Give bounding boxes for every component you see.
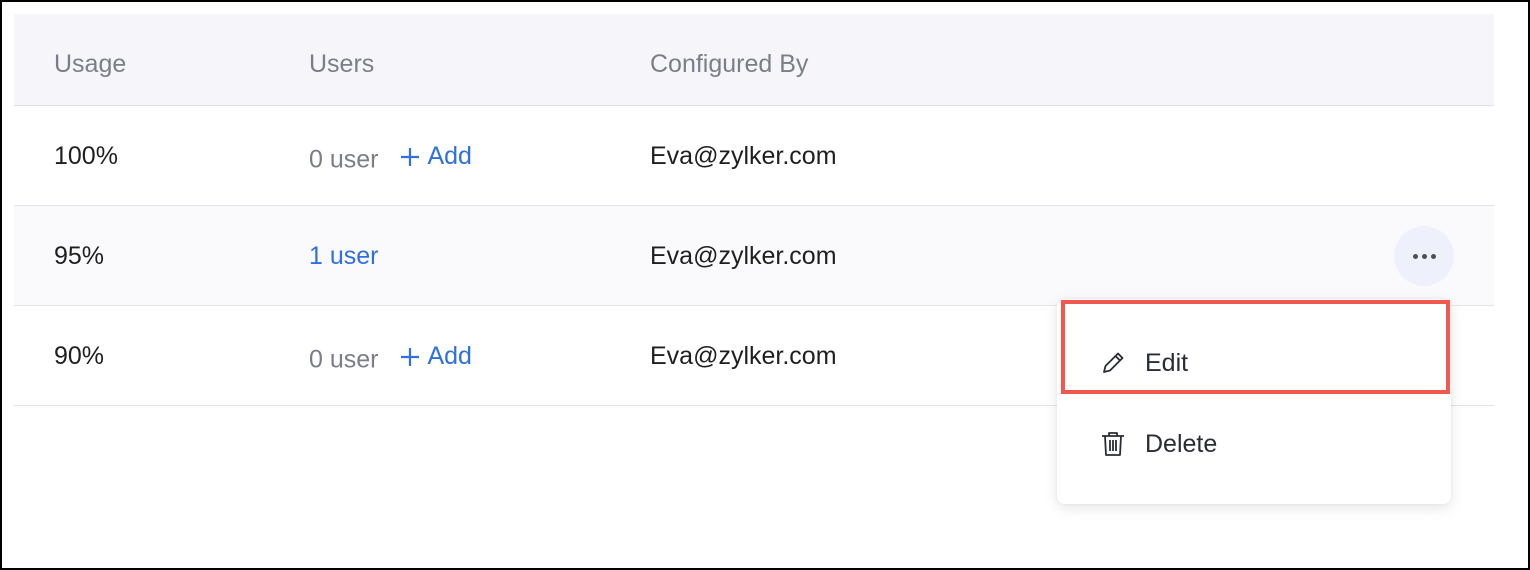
configured-by-value: Eva@zylker.com: [650, 342, 837, 370]
users-cell: 0 user Add: [309, 342, 472, 375]
add-user-label: Add: [427, 142, 472, 170]
usage-value: 95%: [54, 242, 105, 270]
trash-icon: [1102, 432, 1124, 456]
users-count: 0 user: [309, 345, 379, 374]
header-usage: Usage: [54, 50, 127, 78]
pencil-icon: [1103, 352, 1124, 373]
row-actions-menu: Edit Delete: [1057, 299, 1451, 504]
configured-by-value: Eva@zylker.com: [650, 242, 837, 270]
screenshot-frame: Usage Users Configured By 100% 0 user Ad…: [0, 0, 1530, 570]
users-cell: 0 user Add: [309, 142, 472, 175]
menu-item-delete[interactable]: Delete: [1057, 404, 1451, 484]
usage-value: 100%: [54, 142, 118, 170]
table-header: Usage Users Configured By: [14, 14, 1494, 106]
users-count-link[interactable]: 1 user: [309, 242, 378, 271]
add-user-label: Add: [427, 342, 472, 370]
row-more-button[interactable]: [1394, 226, 1454, 286]
menu-item-delete-label: Delete: [1145, 429, 1218, 458]
table-row: 100% 0 user Add Eva@zylker.com: [14, 106, 1494, 206]
users-count: 0 user: [309, 145, 379, 174]
usage-value: 90%: [54, 342, 105, 370]
add-user-link[interactable]: Add: [399, 342, 472, 371]
plus-icon: [401, 347, 420, 366]
configured-by-value: Eva@zylker.com: [650, 142, 837, 170]
more-horizontal-icon: [1412, 253, 1436, 259]
header-configured-by: Configured By: [650, 50, 809, 78]
plus-icon: [401, 147, 420, 166]
menu-item-edit[interactable]: Edit: [1057, 323, 1451, 403]
menu-item-edit-label: Edit: [1145, 348, 1189, 377]
add-user-link[interactable]: Add: [399, 142, 472, 171]
table-row: 95% 1 user Eva@zylker.com: [14, 206, 1494, 306]
header-users: Users: [309, 50, 375, 78]
